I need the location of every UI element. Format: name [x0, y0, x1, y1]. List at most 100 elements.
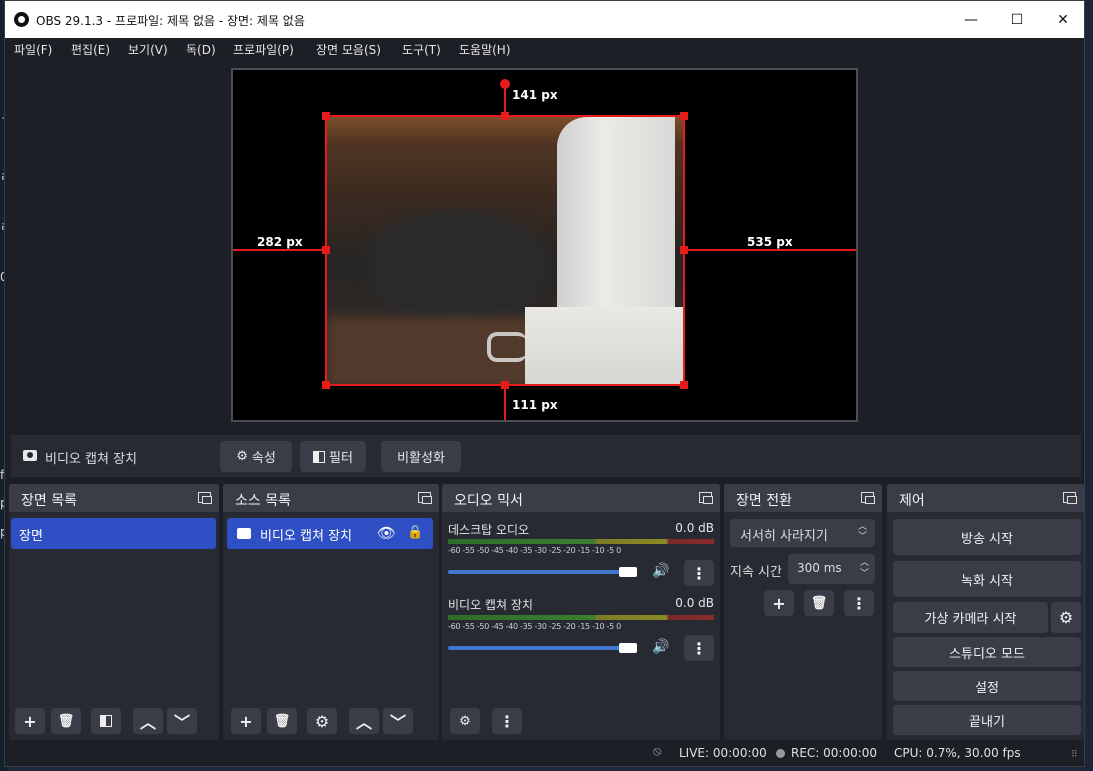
undock-icon[interactable] [418, 492, 432, 504]
volume-meter-1 [448, 539, 714, 544]
transition-select[interactable]: 서서히 사라지기 ︿ ﹀ [730, 519, 875, 547]
start-streaming-label: 방송 시작 [961, 531, 1013, 547]
obs-window: OBS 29.1.3 - 프로파일: 제목 없음 - 장면: 제목 없음 — ☐… [4, 0, 1085, 767]
move-scene-up-button[interactable]: ︿ [133, 708, 163, 734]
undock-icon[interactable] [699, 492, 713, 504]
distance-line-left [233, 249, 326, 251]
add-source-button[interactable]: + [231, 708, 261, 734]
transition-properties-button[interactable]: ⋮ [844, 590, 874, 616]
distance-line-bottom [504, 385, 506, 420]
volume-slider-2[interactable] [448, 643, 638, 653]
gears-icon: ⚙ [459, 713, 471, 729]
volume-slider-handle[interactable] [619, 567, 638, 577]
exit-label: 끝내기 [969, 714, 1005, 730]
undock-icon[interactable] [198, 492, 212, 504]
plus-icon: + [239, 711, 253, 731]
add-transition-button[interactable]: + [764, 590, 794, 616]
remove-scene-button[interactable]: 🗑 [51, 708, 81, 734]
scene-item[interactable]: 장면 [11, 518, 216, 549]
move-source-down-button[interactable]: ﹀ [383, 708, 413, 734]
chevron-down-icon: ﹀ [173, 713, 190, 732]
source-properties-button[interactable]: ⚙ [307, 708, 337, 734]
chevron-up-icon: ︿ [139, 713, 156, 732]
source-item-label: 비디오 캡쳐 장치 [260, 529, 352, 544]
gear-icon: ⚙ [1058, 608, 1074, 627]
close-button[interactable]: ✕ [1040, 1, 1086, 38]
menu-edit[interactable]: 편집(E) [71, 41, 110, 58]
speaker-icon[interactable]: 🔊 [652, 563, 669, 579]
trash-icon: 🗑 [57, 713, 75, 729]
menu-tools[interactable]: 도구(T) [402, 41, 441, 58]
speaker-icon[interactable]: 🔊 [652, 639, 669, 655]
start-virtual-camera-button[interactable]: 가상 카메라 시작 [893, 602, 1048, 633]
resize-handle-br[interactable] [680, 381, 688, 389]
mixer-channel-1-menu-button[interactable]: ⋮ [684, 560, 714, 586]
settings-label: 설정 [975, 680, 999, 696]
kebab-icon: ⋮ [851, 593, 867, 613]
resize-handle-tr[interactable] [680, 112, 688, 120]
menu-dock[interactable]: 독(D) [186, 41, 216, 58]
studio-mode-button[interactable]: 스튜디오 모드 [893, 637, 1081, 667]
minimize-button[interactable]: — [948, 1, 994, 38]
window-title: OBS 29.1.3 - 프로파일: 제목 없음 - 장면: 제목 없음 [36, 14, 305, 28]
duration-spinbox[interactable]: 300 ms ︿ ﹀ [788, 554, 875, 584]
rec-status: REC: 00:00:00 [791, 746, 878, 760]
source-item[interactable]: 비디오 캡쳐 장치 👁 🔒 [227, 518, 433, 549]
add-scene-button[interactable]: + [15, 708, 45, 734]
resize-handle-l[interactable] [322, 246, 330, 254]
mixer-advanced-properties-button[interactable]: ⚙ [450, 708, 480, 734]
menu-file[interactable]: 파일(F) [14, 41, 52, 58]
spinner-updown-icon: ︿ ﹀ [859, 558, 869, 579]
exit-button[interactable]: 끝내기 [893, 705, 1081, 735]
plus-icon: + [772, 593, 786, 613]
controls-dock-header: 제어 [887, 484, 1084, 512]
undock-icon[interactable] [861, 492, 875, 504]
volume-slider-1[interactable] [448, 567, 638, 577]
filters-button[interactable]: 필터 [300, 441, 366, 472]
maximize-icon: ☐ [1010, 11, 1024, 28]
start-streaming-button[interactable]: 방송 시작 [893, 519, 1081, 555]
move-scene-down-button[interactable]: ﹀ [167, 708, 197, 734]
resize-handle-tl[interactable] [322, 112, 330, 120]
resize-handle-t[interactable] [501, 112, 509, 120]
controls-dock: 제어 방송 시작 녹화 시작 가상 카메라 시작 ⚙ 스튜디오 모드 설정 끝내… [887, 484, 1084, 740]
maximize-button[interactable]: ☐ [994, 1, 1040, 38]
mixer-channel-2-menu-button[interactable]: ⋮ [684, 635, 714, 661]
preview-canvas[interactable]: 141 px 282 px 535 px 111 px [231, 68, 858, 422]
scenes-dock-title: 장면 목록 [21, 493, 77, 509]
mixer-dock-header: 오디오 믹서 [442, 484, 720, 512]
menu-scene-collection[interactable]: 장면 모음(S) [316, 41, 381, 58]
resize-handle-b[interactable] [501, 381, 509, 389]
scene-filters-button[interactable] [91, 708, 121, 734]
eye-icon[interactable]: 👁 [377, 524, 396, 542]
close-icon: ✕ [1057, 11, 1069, 28]
record-dot-icon [776, 749, 785, 758]
camera-icon [237, 528, 251, 539]
kebab-icon: ⋮ [499, 711, 515, 731]
resize-grip-icon[interactable]: ⠿ [1071, 750, 1078, 760]
virtual-camera-settings-button[interactable]: ⚙ [1051, 602, 1081, 633]
transitions-dock-title: 장면 전환 [736, 493, 792, 509]
move-source-up-button[interactable]: ︿ [349, 708, 379, 734]
menu-view[interactable]: 보기(V) [128, 41, 168, 58]
start-recording-button[interactable]: 녹화 시작 [893, 561, 1081, 597]
menu-profile[interactable]: 프로파일(P) [233, 41, 294, 58]
minimize-icon: — [964, 11, 978, 28]
resize-handle-r[interactable] [680, 246, 688, 254]
rotation-handle[interactable] [500, 79, 510, 89]
properties-button[interactable]: ⚙ 속성 [220, 441, 292, 472]
volume-slider-handle[interactable] [619, 643, 638, 653]
sources-dock: 소스 목록 비디오 캡쳐 장치 👁 🔒 + 🗑 ⚙ ︿ ﹀ [223, 484, 439, 740]
menu-help[interactable]: 도움말(H) [459, 41, 511, 58]
lock-icon[interactable]: 🔒 [407, 525, 423, 540]
selected-source-name: 비디오 캡쳐 장치 [45, 452, 137, 467]
duration-label: 지속 시간 [730, 565, 782, 580]
mixer-menu-button[interactable]: ⋮ [492, 708, 522, 734]
resize-handle-bl[interactable] [322, 381, 330, 389]
studio-mode-label: 스튜디오 모드 [949, 646, 1025, 662]
undock-icon[interactable] [1063, 492, 1077, 504]
deactivate-button[interactable]: 비활성화 [381, 441, 461, 472]
remove-transition-button[interactable]: 🗑 [804, 590, 834, 616]
remove-source-button[interactable]: 🗑 [267, 708, 297, 734]
settings-button[interactable]: 설정 [893, 671, 1081, 701]
